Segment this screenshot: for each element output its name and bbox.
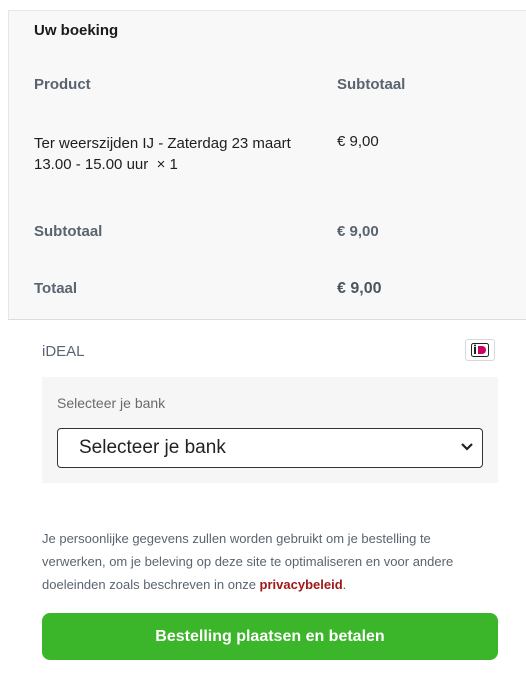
- column-header-subtotal: Subtotaal: [337, 76, 406, 93]
- ideal-logo-icon: [465, 339, 495, 361]
- privacy-notice: Je persoonlijke gegevens zullen worden g…: [42, 527, 482, 596]
- subtotal-value: € 9,00: [337, 223, 379, 240]
- privacy-notice-text: Je persoonlijke gegevens zullen worden g…: [42, 531, 454, 592]
- order-item-name: Ter weerszijden IJ - Zaterdag 23 maart 1…: [34, 133, 294, 175]
- subtotal-label: Subtotaal: [34, 223, 103, 240]
- total-label: Totaal: [34, 280, 78, 297]
- payment-method-label[interactable]: iDEAL: [42, 343, 85, 360]
- column-header-product: Product: [34, 76, 91, 93]
- place-order-button[interactable]: Bestelling plaatsen en betalen: [42, 613, 498, 660]
- order-title: Uw boeking: [34, 22, 119, 39]
- bank-select-value: Selecteer je bank: [79, 437, 226, 458]
- total-value: € 9,00: [337, 280, 382, 297]
- privacy-policy-link[interactable]: privacybeleid: [260, 577, 343, 592]
- bank-select-label: Selecteer je bank: [57, 395, 166, 411]
- chevron-down-icon: [460, 439, 474, 457]
- order-item-quantity: × 1: [156, 156, 178, 173]
- privacy-notice-suffix: .: [342, 577, 347, 592]
- order-item-price: € 9,00: [337, 133, 379, 150]
- bank-select-dropdown[interactable]: Selecteer je bank: [57, 428, 483, 468]
